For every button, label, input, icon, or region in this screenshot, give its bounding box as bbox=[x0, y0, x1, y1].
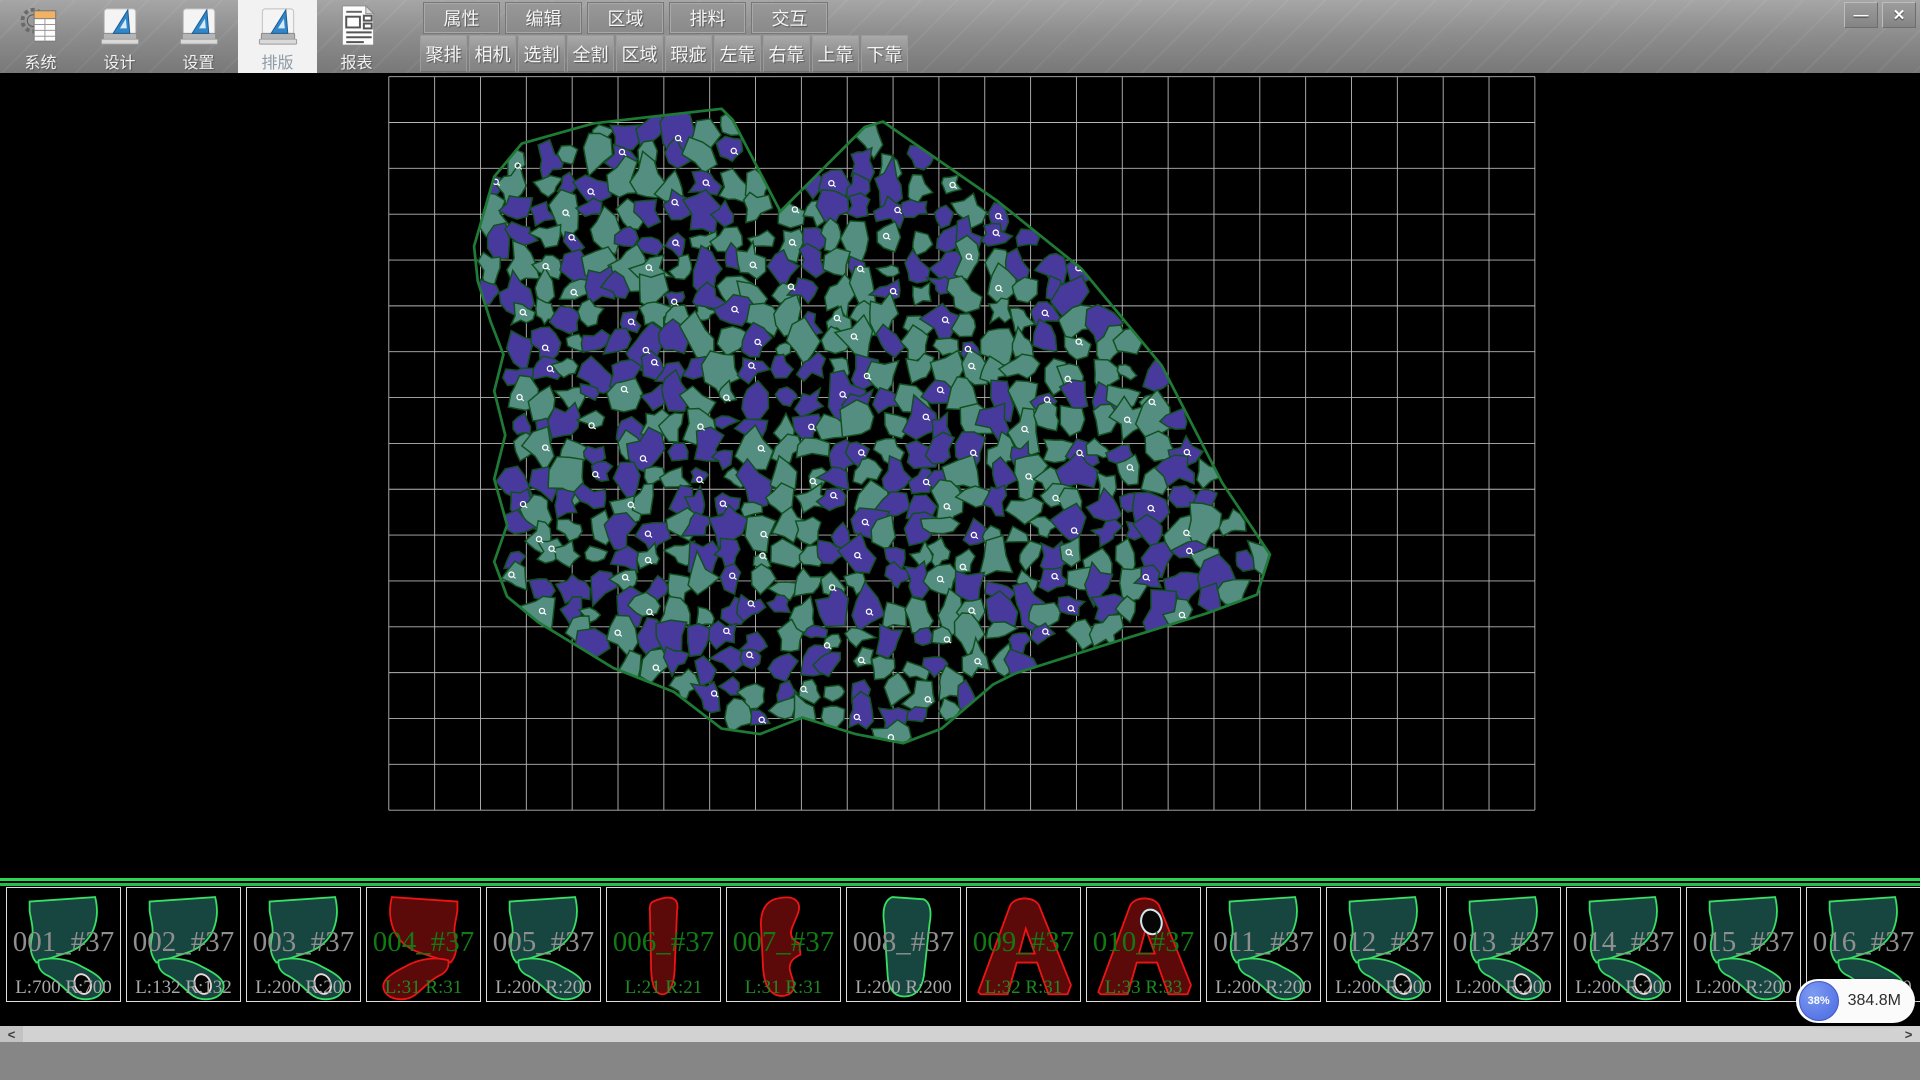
piece-name-label: 013_#37 bbox=[1447, 926, 1560, 959]
tool-item-10[interactable]: 下靠 bbox=[861, 35, 908, 72]
memory-badge: 38% 384.8M bbox=[1796, 979, 1915, 1023]
piece-lr-label: L:200 R:200 bbox=[487, 977, 600, 999]
nesting-canvas[interactable] bbox=[0, 73, 1920, 878]
tool-item-8[interactable]: 右靠 bbox=[763, 35, 810, 72]
nested-pieces bbox=[475, 104, 1285, 748]
piece-name-label: 006_#37 bbox=[607, 926, 720, 959]
toolbar-button-report[interactable]: 报表 bbox=[317, 0, 396, 73]
piece-name-label: 011_#37 bbox=[1207, 926, 1320, 959]
piece-thumbnail-3[interactable]: 003_#37 L:200 R:200 bbox=[246, 887, 361, 1002]
main-toolbar: 系统 设计 设置 排版 报表 bbox=[1, 0, 396, 73]
piece-thumbnail-10[interactable]: 010_#37 L:33 R:33 bbox=[1086, 887, 1201, 1002]
scroll-left-button[interactable]: < bbox=[0, 1026, 23, 1042]
piece-name-label: 005_#37 bbox=[487, 926, 600, 959]
menu-item-4[interactable]: 排料 bbox=[670, 3, 745, 33]
toolbar-button-label: 报表 bbox=[340, 49, 372, 73]
system-icon bbox=[18, 3, 64, 48]
piece-lr-label: L:200 R:200 bbox=[247, 977, 360, 999]
piece-name-label: 010_#37 bbox=[1087, 926, 1200, 959]
piece-thumbnail-8[interactable]: 008_#37 L:200 R:200 bbox=[846, 887, 961, 1002]
tool-item-2[interactable]: 相机 bbox=[469, 35, 516, 72]
tool-item-6[interactable]: 瑕疵 bbox=[665, 35, 712, 72]
nesting-canvas-svg[interactable] bbox=[0, 73, 1920, 878]
memory-percent-badge: 38% bbox=[1799, 981, 1839, 1021]
piece-lr-label: L:21 R:21 bbox=[607, 977, 720, 999]
toolbar-button-label: 系统 bbox=[24, 49, 56, 73]
tool-item-7[interactable]: 左靠 bbox=[714, 35, 761, 72]
piece-name-label: 009_#37 bbox=[967, 926, 1080, 959]
piece-thumbnail-13[interactable]: 013_#37 L:200 R:200 bbox=[1446, 887, 1561, 1002]
toolbar-button-label: 排版 bbox=[261, 49, 293, 73]
tool-item-9[interactable]: 上靠 bbox=[812, 35, 859, 72]
piece-lr-label: L:31 R:31 bbox=[727, 977, 840, 999]
piece-lr-label: L:200 R:200 bbox=[1687, 977, 1800, 999]
horizontal-scrollbar[interactable]: < > bbox=[0, 1026, 1920, 1042]
window-footer bbox=[0, 1042, 1920, 1080]
toolbar-button-label: 设置 bbox=[182, 49, 214, 73]
tool-item-1[interactable]: 聚排 bbox=[420, 35, 467, 72]
tool-item-4[interactable]: 全割 bbox=[567, 35, 614, 72]
green-separator bbox=[0, 878, 1920, 886]
piece-thumbnail-7[interactable]: 007_#37 L:31 R:31 bbox=[726, 887, 841, 1002]
menu-row-2: 聚排相机选割全割区域瑕疵左靠右靠上靠下靠 bbox=[420, 35, 908, 72]
piece-name-label: 012_#37 bbox=[1327, 926, 1440, 959]
toolbar-button-layout[interactable]: 排版 bbox=[238, 0, 317, 73]
piece-thumbnail-6[interactable]: 006_#37 L:21 R:21 bbox=[606, 887, 721, 1002]
piece-name-label: 002_#37 bbox=[127, 926, 240, 959]
piece-name-label: 007_#37 bbox=[727, 926, 840, 959]
piece-thumbnail-11[interactable]: 011_#37 L:200 R:200 bbox=[1206, 887, 1321, 1002]
piece-thumbnail-2[interactable]: 002_#37 L:132 R:132 bbox=[126, 887, 241, 1002]
piece-thumbnail-15[interactable]: 015_#37 L:200 R:200 bbox=[1686, 887, 1801, 1002]
toolbar-button-label: 设计 bbox=[103, 49, 135, 73]
toolbar: 系统设计设置排版报表 属性编辑区域排料交互 聚排相机选割全割区域瑕疵左靠右靠上靠… bbox=[0, 0, 1920, 74]
piece-lr-label: L:200 R:200 bbox=[847, 977, 960, 999]
piece-name-label: 004_#37 bbox=[367, 926, 480, 959]
piece-thumbnail-strip: 001_#37 L:700 R:700 002_#37 L:132 R:132 003_… bbox=[0, 886, 1920, 1002]
toolbar-button-design[interactable]: 设计 bbox=[80, 0, 159, 73]
green-line-top bbox=[0, 878, 1920, 881]
menu-item-5[interactable]: 交互 bbox=[752, 3, 827, 33]
scroll-right-button[interactable]: > bbox=[1897, 1026, 1920, 1042]
piece-lr-label: L:200 R:200 bbox=[1207, 977, 1320, 999]
tool-item-5[interactable]: 区域 bbox=[616, 35, 663, 72]
piece-lr-label: L:31 R:31 bbox=[367, 977, 480, 999]
piece-thumbnail-14[interactable]: 014_#37 L:200 R:200 bbox=[1566, 887, 1681, 1002]
piece-lr-label: L:200 R:200 bbox=[1567, 977, 1680, 999]
menu-item-1[interactable]: 属性 bbox=[424, 3, 499, 33]
menu-row-1: 属性编辑区域排料交互 bbox=[424, 3, 827, 33]
report-icon bbox=[334, 3, 380, 48]
piece-lr-label: L:33 R:33 bbox=[1087, 977, 1200, 999]
close-button[interactable]: ✕ bbox=[1882, 2, 1916, 28]
piece-name-label: 016_#37 bbox=[1807, 926, 1920, 959]
ruler-icon bbox=[176, 3, 222, 48]
piece-name-label: 015_#37 bbox=[1687, 926, 1800, 959]
tool-item-3[interactable]: 选割 bbox=[518, 35, 565, 72]
piece-name-label: 003_#37 bbox=[247, 926, 360, 959]
piece-thumbnail-9[interactable]: 009_#37 L:32 R:31 bbox=[966, 887, 1081, 1002]
menu-item-3[interactable]: 区域 bbox=[588, 3, 663, 33]
ruler-icon bbox=[255, 3, 301, 48]
piece-thumbnail-5[interactable]: 005_#37 L:200 R:200 bbox=[486, 887, 601, 1002]
piece-lr-label: L:32 R:31 bbox=[967, 977, 1080, 999]
piece-thumbnail-4[interactable]: 004_#37 L:31 R:31 bbox=[366, 887, 481, 1002]
piece-name-label: 001_#37 bbox=[7, 926, 120, 959]
piece-thumbnail-12[interactable]: 012_#37 L:200 R:200 bbox=[1326, 887, 1441, 1002]
scrollbar-track[interactable] bbox=[23, 1026, 1897, 1042]
piece-thumbnail-1[interactable]: 001_#37 L:700 R:700 bbox=[6, 887, 121, 1002]
ruler-icon bbox=[97, 3, 143, 48]
toolbar-button-system[interactable]: 系统 bbox=[1, 0, 80, 73]
piece-lr-label: L:200 R:200 bbox=[1327, 977, 1440, 999]
app-window: 系统设计设置排版报表 属性编辑区域排料交互 聚排相机选割全割区域瑕疵左靠右靠上靠… bbox=[0, 0, 1920, 1080]
piece-lr-label: L:200 R:200 bbox=[1447, 977, 1560, 999]
minimize-button[interactable]: — bbox=[1844, 2, 1878, 28]
piece-lr-label: L:700 R:700 bbox=[7, 977, 120, 999]
window-controls: — ✕ bbox=[1844, 2, 1916, 28]
piece-name-label: 014_#37 bbox=[1567, 926, 1680, 959]
memory-size-label: 384.8M bbox=[1848, 992, 1901, 1010]
toolbar-button-settings[interactable]: 设置 bbox=[159, 0, 238, 73]
piece-name-label: 008_#37 bbox=[847, 926, 960, 959]
menu-item-2[interactable]: 编辑 bbox=[506, 3, 581, 33]
piece-lr-label: L:132 R:132 bbox=[127, 977, 240, 999]
